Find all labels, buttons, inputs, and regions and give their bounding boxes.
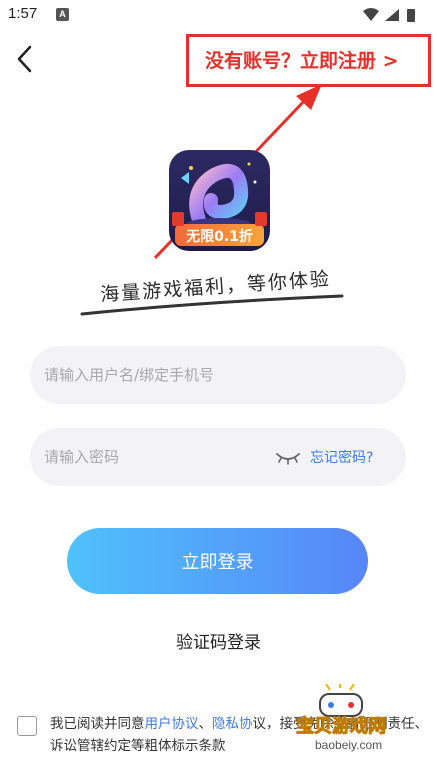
eye-closed-icon[interactable]: [275, 446, 301, 468]
privacy-agreement-link[interactable]: 隐私协: [212, 716, 253, 732]
watermark-text: 宝贝游戏网: [296, 716, 387, 738]
agreement-checkbox[interactable]: [17, 716, 37, 736]
username-field[interactable]: [30, 346, 406, 404]
password-input[interactable]: [44, 428, 274, 486]
login-button[interactable]: 立即登录: [67, 528, 368, 594]
app-logo: 无限0.1折: [169, 150, 270, 251]
chevron-left-icon: [17, 45, 32, 73]
signal-icon: [385, 9, 399, 21]
status-bar: 1:57 A: [0, 0, 437, 30]
battery-icon: [407, 9, 415, 22]
logo-badge-text: 无限0.1折: [185, 228, 253, 245]
agreement-prefix: 我已阅读并同意: [50, 716, 145, 732]
back-button[interactable]: [10, 42, 40, 76]
status-a-icon: A: [56, 8, 69, 21]
password-field[interactable]: 忘记密码?: [30, 428, 406, 486]
status-time: 1:57: [8, 5, 38, 22]
forgot-password-link[interactable]: 忘记密码?: [310, 447, 373, 467]
watermark-url: baobeiy.com: [312, 738, 386, 752]
username-input[interactable]: [44, 346, 384, 404]
agreement-separator: 、: [198, 716, 213, 732]
wifi-icon: [363, 8, 379, 21]
code-login-link[interactable]: 验证码登录: [0, 628, 437, 653]
user-agreement-link[interactable]: 用户协议: [145, 716, 199, 732]
register-link[interactable]: 没有账号？立即注册 >: [205, 46, 427, 73]
status-icons: [363, 8, 415, 22]
